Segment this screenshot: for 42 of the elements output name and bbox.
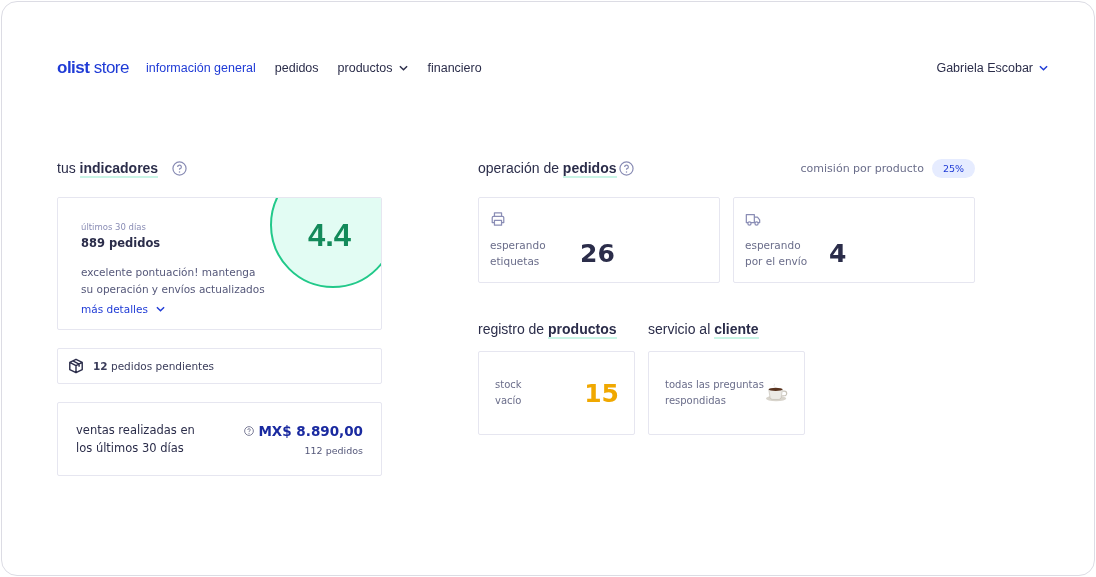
- printer-icon: [490, 211, 506, 227]
- service-label: todas las preguntas respondidas: [665, 378, 765, 408]
- status-label: esperando etiquetas: [490, 238, 547, 269]
- sales-label: ventas realizadas en los últimos 30 días: [76, 422, 196, 457]
- service-card[interactable]: todas las preguntas respondidas: [648, 351, 805, 435]
- order-status-card[interactable]: esperando por el envío 4: [733, 197, 975, 283]
- user-menu[interactable]: Gabriela Escobar: [936, 61, 1048, 75]
- orders-count: 889 pedidos: [81, 236, 162, 250]
- commission-badge: 25%: [931, 158, 975, 178]
- chevron-down-icon: [1039, 65, 1048, 71]
- commission-label: comisión por producto: [800, 161, 924, 175]
- stock-count: 15: [584, 378, 619, 408]
- nav-link[interactable]: productos: [337, 61, 409, 75]
- nav-link[interactable]: pedidos: [274, 61, 319, 75]
- pending-orders-card[interactable]: 12 pedidos pendientes: [57, 348, 382, 384]
- nav-link[interactable]: financiero: [427, 61, 482, 75]
- sales-amount: MX$ 8.890,00: [258, 422, 363, 439]
- section-heading: servicio al cliente: [648, 321, 760, 337]
- chevron-down-icon: [155, 306, 165, 312]
- stock-label: stock vacío: [495, 378, 523, 408]
- stock-card[interactable]: stock vacío 15: [478, 351, 635, 435]
- help-icon[interactable]: [244, 425, 255, 436]
- box-icon: [68, 358, 84, 374]
- section-heading: operación de pedidos: [478, 160, 617, 176]
- truck-icon: [745, 211, 761, 227]
- status-count: 4: [829, 238, 847, 268]
- order-status-card[interactable]: esperando etiquetas 26: [478, 197, 720, 283]
- score-value: 4.4: [308, 218, 352, 254]
- status-count: 26: [580, 238, 615, 268]
- status-label: esperando por el envío: [745, 238, 809, 269]
- period-label: últimos 30 días: [81, 222, 147, 232]
- pending-orders-text: 12 pedidos pendientes: [93, 360, 215, 372]
- section-heading: tus indicadores: [57, 160, 159, 176]
- section-heading: registro de productos: [478, 321, 618, 337]
- sales-orders: 112 pedidos: [304, 444, 363, 456]
- store-logo[interactable]: olist store: [57, 58, 129, 78]
- help-icon[interactable]: [172, 160, 188, 176]
- help-icon[interactable]: [618, 160, 634, 176]
- coffee-cup-icon: [765, 383, 789, 403]
- details-link[interactable]: más detalles: [81, 303, 381, 315]
- score-message: excelente pontuación! mantenga su operación y envíos actualizados: [81, 265, 266, 297]
- nav-link[interactable]: información general: [146, 61, 256, 75]
